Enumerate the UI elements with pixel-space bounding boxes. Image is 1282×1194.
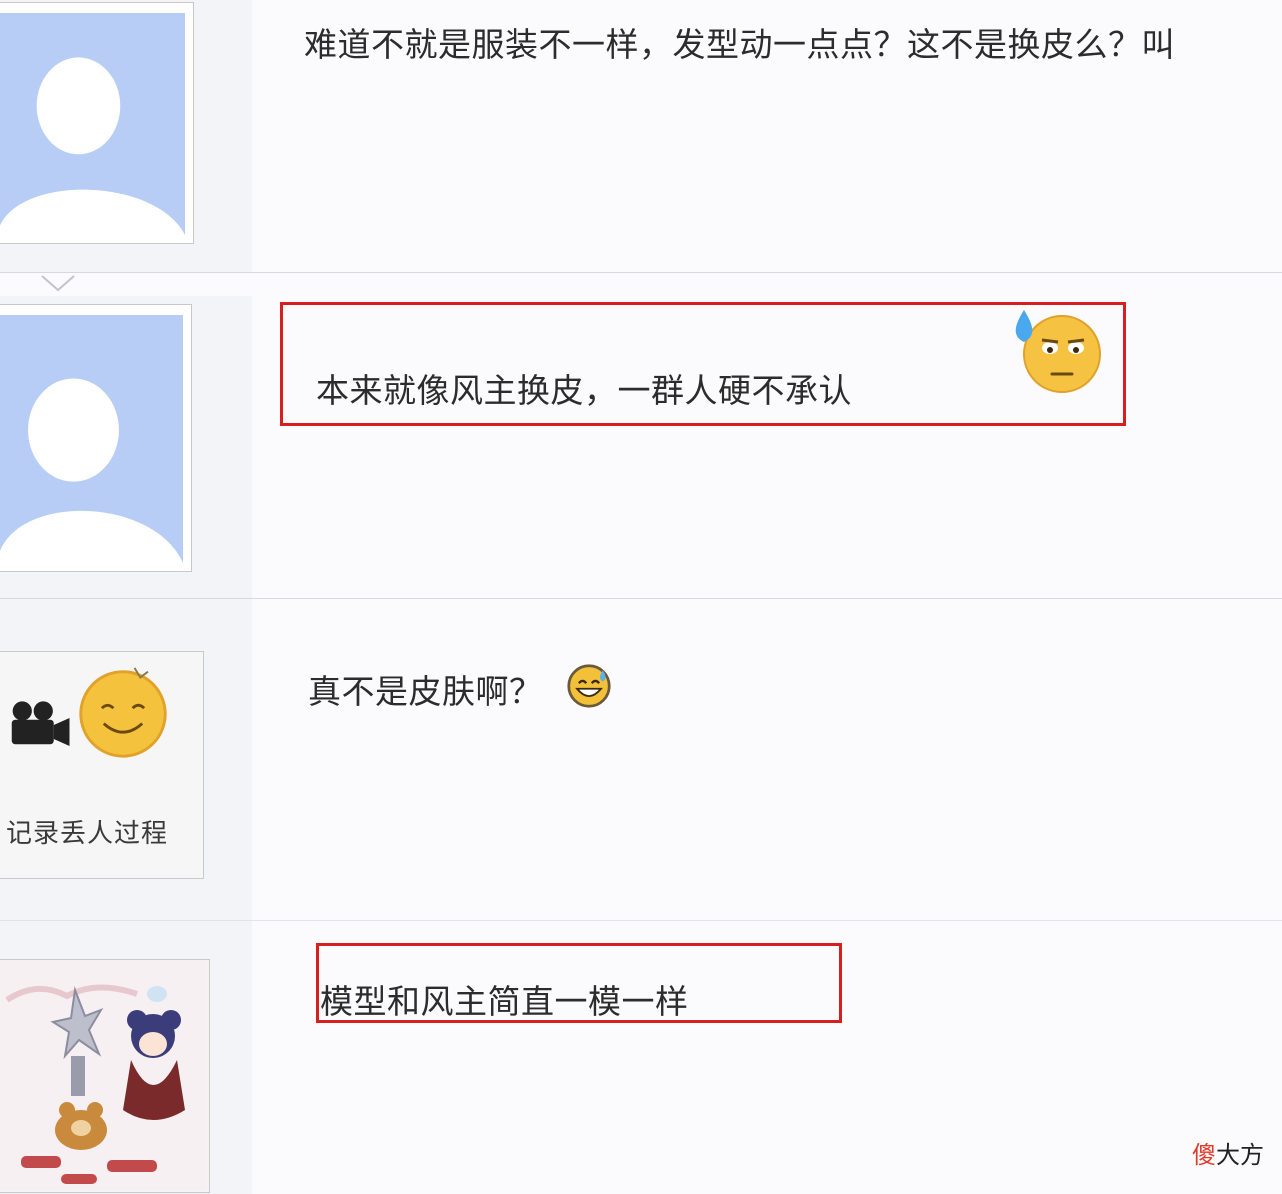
- comment-text: 模型和风主简直一模一样: [320, 982, 689, 1021]
- camera-icon: [11, 701, 70, 746]
- watermark-first-char: 傻: [1192, 1141, 1216, 1169]
- comment-text: 真不是皮肤啊？: [308, 672, 543, 711]
- comment-text: 难道不就是服装不一样，发型动一点点？这不是换皮么？叫: [304, 25, 1175, 64]
- avatar[interactable]: [0, 2, 194, 244]
- avatar-caption: 记录丢人过程: [6, 819, 169, 849]
- default-avatar-image: [0, 315, 183, 563]
- comment-item: 本来就像风主换皮，一群人硬不承认: [0, 296, 1282, 598]
- comment-item: 记录丢人过程 真不是皮肤啊？: [0, 599, 1282, 921]
- anime-character-avatar-image: [0, 960, 207, 1190]
- comment-text: 本来就像风主换皮，一群人硬不承认: [316, 371, 852, 410]
- sweat-emoji-icon: [1015, 310, 1101, 393]
- comment-thread: 难道不就是服装不一样，发型动一点点？这不是换皮么？叫 本来就像风主换皮，一群人硬…: [0, 0, 1282, 1194]
- default-avatar-image: [0, 13, 185, 235]
- avatar[interactable]: [0, 959, 210, 1193]
- smiley-icon: [79, 667, 167, 758]
- comment-item: 难道不就是服装不一样，发型动一点点？这不是换皮么？叫: [0, 0, 1282, 273]
- divider: [0, 272, 1282, 273]
- comment-body: [252, 599, 1282, 921]
- chevron-down-icon[interactable]: [40, 274, 76, 294]
- watermark: 傻大方: [1192, 1135, 1264, 1170]
- watermark-rest: 大方: [1216, 1141, 1264, 1169]
- avatar[interactable]: [0, 304, 192, 572]
- grin-sweat-emoji-icon: [567, 664, 611, 708]
- comment-item: 模型和风主简直一模一样: [0, 921, 1282, 1194]
